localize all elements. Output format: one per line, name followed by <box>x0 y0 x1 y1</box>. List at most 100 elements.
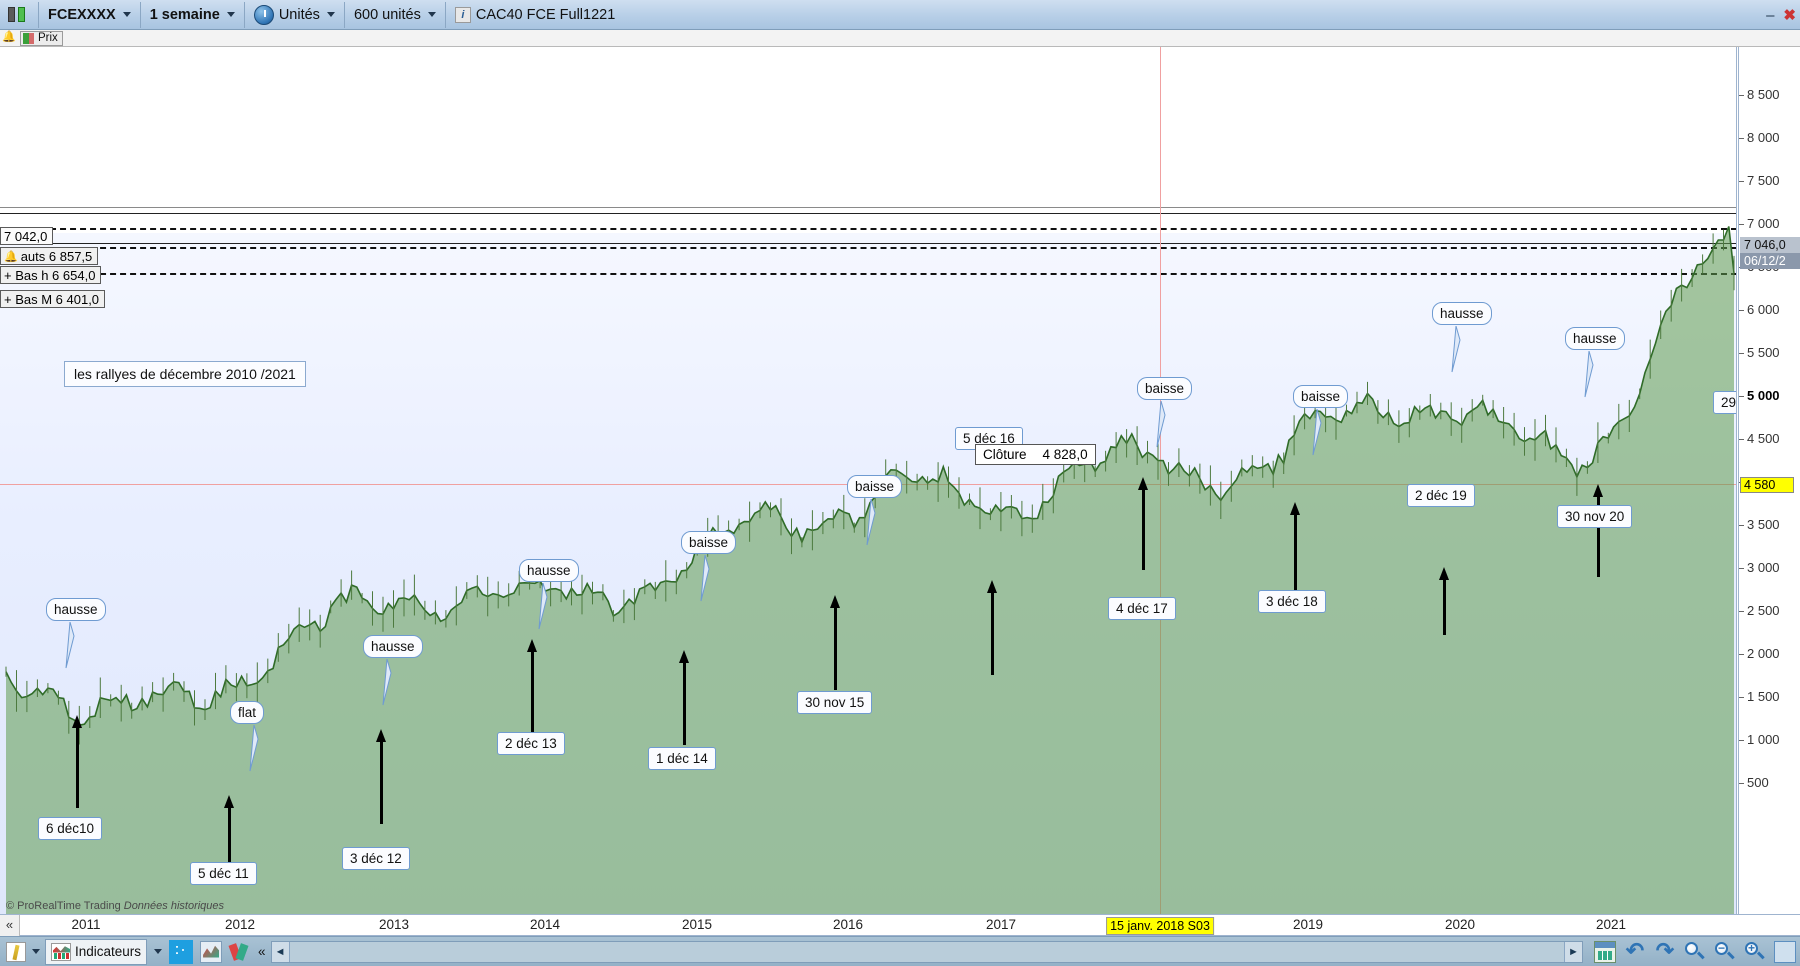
up-arrow-marker <box>830 595 841 690</box>
price-level-label-bas-m[interactable]: + Bas M 6 401,0 <box>0 290 106 308</box>
scroll-left-arrow[interactable]: ◄ <box>271 941 290 962</box>
instrument-name-label: CAC40 FCE Full1221 <box>475 6 616 23</box>
time-axis[interactable]: « 2011 2012 2013 2014 2015 2016 2017 2019 2020 20… <box>0 914 1800 936</box>
date-marker-label[interactable]: 3 déc 18 <box>1258 590 1326 613</box>
up-arrow-marker <box>1593 484 1604 577</box>
timeframe-dropdown[interactable]: 1 semaine <box>143 2 242 28</box>
annotation-callout[interactable]: hausse <box>1565 327 1625 350</box>
copyright-text: © ProRealTime Trading <box>6 900 121 912</box>
close-button[interactable]: ✖ <box>1783 6 1796 24</box>
price-series-chip[interactable]: Prix <box>20 30 63 46</box>
units-mode-dropdown[interactable]: Unités <box>247 2 342 28</box>
calendar-icon[interactable] <box>1594 940 1616 963</box>
price-axis-tick: 1 500 <box>1739 690 1800 704</box>
time-axis-tick: 2021 <box>1595 917 1627 932</box>
undo-icon[interactable]: ↶ <box>1624 939 1646 963</box>
chart-settings-button[interactable] <box>198 939 224 965</box>
up-arrow-marker <box>679 650 690 745</box>
date-marker-label[interactable]: 30 nov 20 <box>1557 505 1633 528</box>
chart-action-icons: ↶ ↷ − + <box>1586 939 1796 963</box>
toolbar-divider <box>243 1 245 28</box>
annotation-leader-line <box>65 622 75 669</box>
up-arrow-marker <box>1439 567 1450 635</box>
annotation-callout[interactable]: flat <box>230 701 265 724</box>
up-arrow-marker <box>1290 502 1301 595</box>
date-marker-label[interactable]: 6 déc10 <box>38 817 103 840</box>
date-marker-label[interactable]: 1 déc 14 <box>648 747 716 770</box>
up-arrow-marker <box>527 639 538 732</box>
wrench-icon <box>229 941 251 963</box>
copyright-notice: © ProRealTime Trading Données historique… <box>6 900 224 912</box>
share-button[interactable] <box>167 939 195 965</box>
date-marker-label[interactable]: 29 no <box>1713 391 1736 414</box>
scroll-right-arrow[interactable]: ► <box>1564 941 1582 962</box>
price-level-label-7042[interactable]: 7 042,0 <box>0 227 54 245</box>
annotation-callout[interactable]: hausse <box>1432 302 1492 325</box>
zoom-out-icon[interactable]: − <box>1714 941 1736 963</box>
indicators-button[interactable]: Indicateurs <box>45 938 148 965</box>
annotation-callout[interactable]: baisse <box>1293 385 1349 408</box>
minimize-button[interactable]: – <box>1766 7 1774 24</box>
instrument-type-icon-button[interactable] <box>0 2 36 28</box>
zoom-fit-icon[interactable] <box>1684 941 1706 963</box>
price-axis-tick: 7 000 <box>1739 217 1800 231</box>
date-marker-label[interactable]: 30 nov 15 <box>797 691 873 714</box>
candle-color-swatch-icon <box>23 32 34 44</box>
candlestick-icon <box>7 5 29 25</box>
up-arrow-marker <box>1138 477 1149 570</box>
zoom-in-icon[interactable]: + <box>1744 941 1766 963</box>
price-level-label-bas-h[interactable]: + Bas h 6 654,0 <box>0 266 102 284</box>
indicators-label: Indicateurs <box>75 944 142 959</box>
redo-icon[interactable]: ↷ <box>1654 939 1676 963</box>
annotation-callout[interactable]: hausse <box>46 598 106 621</box>
annotation-leader-line <box>866 499 876 546</box>
scroll-back-button[interactable]: « <box>0 915 20 936</box>
alarm-bell-icon[interactable] <box>2 30 17 45</box>
chart-config-icon <box>200 940 223 963</box>
chart-container: les rallyes de décembre 2010 /2021 7 042… <box>0 47 1800 914</box>
annotation-callout[interactable]: baisse <box>1137 377 1193 400</box>
instrument-info-button[interactable]: i CAC40 FCE Full1221 <box>448 2 622 28</box>
time-axis-tick: 2013 <box>378 917 410 932</box>
annotation-callout[interactable]: baisse <box>681 531 737 554</box>
price-level-value: auts 6 857,5 <box>20 248 93 264</box>
main-toolbar: FCEXXXX 1 semaine Unités 600 unités i CA… <box>0 0 1800 30</box>
toolbar-divider <box>139 1 141 28</box>
price-level-label-alert[interactable]: 🔔 auts 6 857,5 <box>0 247 99 265</box>
annotation-callout[interactable]: baisse <box>847 475 903 498</box>
time-axis-tick: 2020 <box>1444 917 1476 932</box>
date-marker-label[interactable]: 5 déc 11 <box>190 862 257 885</box>
indicators-dropdown[interactable] <box>150 939 164 965</box>
annotation-callout[interactable]: hausse <box>363 635 423 658</box>
annotation-leader-line <box>1312 409 1322 456</box>
horizontal-scrollbar[interactable]: ◄ ► <box>270 940 1583 963</box>
date-marker-label[interactable]: 3 déc 12 <box>342 847 410 870</box>
window-controls: – ✖ <box>1766 0 1796 30</box>
time-axis-tick: 2019 <box>1292 917 1324 932</box>
resize-grip-icon[interactable] <box>1774 940 1796 963</box>
cursor-date-tag: 15 janv. 2018 S03 <box>1106 917 1214 935</box>
time-axis-tick: 2015 <box>681 917 713 932</box>
price-axis-tick: 500 <box>1739 776 1800 790</box>
chevron-down-icon <box>122 12 131 17</box>
price-axis[interactable]: 8 5008 0007 5007 0006 5006 0005 5005 000… <box>1738 47 1800 914</box>
drawing-tools-button[interactable] <box>4 939 42 965</box>
units-count-dropdown[interactable]: 600 unités <box>347 2 443 28</box>
annotation-leader-line <box>1156 401 1166 448</box>
zoom-out-sign: − <box>1717 940 1725 955</box>
collapse-toolbar-button[interactable]: « <box>256 939 268 965</box>
data-tooltip: Clôture 4 828,0 <box>975 444 1096 465</box>
toolbar-divider <box>38 1 39 28</box>
series-subbar: Prix <box>0 30 1800 47</box>
chart-title-note[interactable]: les rallyes de décembre 2010 /2021 <box>64 361 306 387</box>
date-marker-label[interactable]: 4 déc 17 <box>1108 597 1176 620</box>
date-marker-label[interactable]: 2 déc 13 <box>497 732 565 755</box>
annotation-callout[interactable]: hausse <box>519 559 579 582</box>
instrument-code-dropdown[interactable]: FCEXXXX <box>41 2 138 28</box>
tools-button[interactable] <box>227 939 253 965</box>
up-arrow-marker <box>224 795 235 870</box>
chart-plot-area[interactable]: les rallyes de décembre 2010 /2021 7 042… <box>0 47 1737 914</box>
info-icon: i <box>454 6 471 23</box>
date-marker-label[interactable]: 2 déc 19 <box>1407 484 1475 507</box>
annotation-leader-line <box>382 659 392 706</box>
